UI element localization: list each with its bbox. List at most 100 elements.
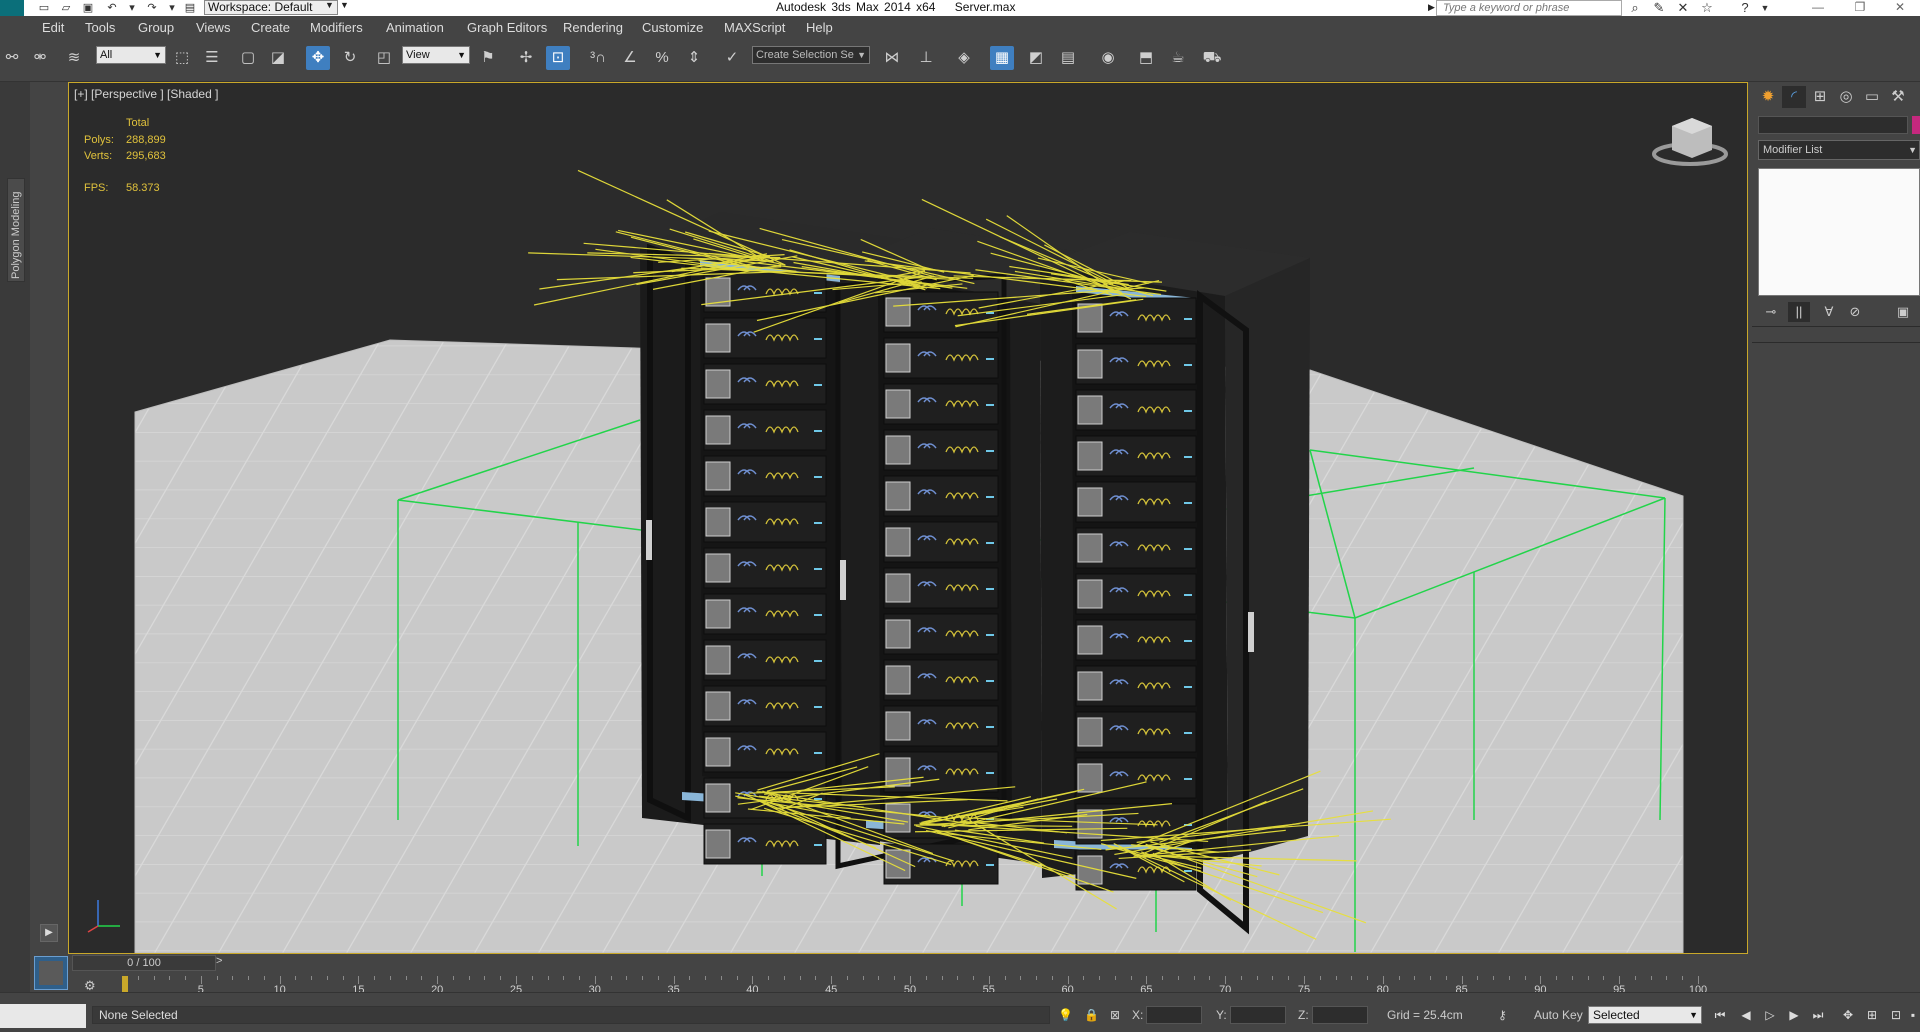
timeline-tick: [232, 976, 234, 980]
timeline-tick: [626, 976, 628, 980]
go-to-end-icon[interactable]: ⏭: [1808, 1006, 1828, 1024]
timeline-tick: [1051, 976, 1053, 980]
configure-modifier-sets-icon[interactable]: ▣: [1892, 302, 1914, 322]
time-slider[interactable]: 0 / 100: [72, 955, 216, 971]
lock-selection-icon[interactable]: 🔒: [1084, 1008, 1099, 1022]
mini-curve-editor-icon[interactable]: [34, 956, 68, 990]
viewport-label[interactable]: [+] [Perspective ] [Shaded ]: [74, 87, 218, 101]
y-coordinate-field[interactable]: [1230, 1006, 1286, 1024]
y-label: Y:: [1216, 1008, 1227, 1022]
server-unit: [883, 383, 999, 425]
timeline-tick: [1240, 976, 1242, 980]
modifier-stack[interactable]: [1758, 168, 1920, 296]
timeline-tick: [1571, 976, 1573, 980]
panel-divider: [1752, 342, 1920, 343]
timeline-tick: [957, 976, 959, 980]
motion-tab-icon[interactable]: ◎: [1834, 86, 1858, 108]
timeline-tick: [1414, 976, 1416, 980]
axis-tripod-icon: [87, 900, 120, 933]
chevron-down-icon: ▼: [1908, 145, 1917, 155]
timeline-tick: [547, 976, 549, 980]
display-tab-icon[interactable]: ▭: [1860, 86, 1884, 108]
timeline-tick: [1603, 976, 1605, 980]
previous-frame-icon[interactable]: ◀: [1736, 1006, 1756, 1024]
timeline-tick: [988, 976, 990, 984]
timeline-tick: [1619, 976, 1621, 984]
object-color-swatch[interactable]: [1912, 116, 1920, 134]
zoom-icon[interactable]: ✥: [1838, 1006, 1858, 1024]
timeline-tick: [1304, 976, 1305, 984]
timeline-tick: [1430, 976, 1432, 980]
grid-size: Grid = 25.4cm: [1387, 1008, 1463, 1022]
timeline-tick: [1020, 976, 1022, 980]
time-slider-next-icon[interactable]: >: [216, 955, 222, 967]
timeline-tick: [1461, 976, 1463, 984]
polys-value: 288,899: [126, 134, 166, 146]
timeline-tick: [1272, 976, 1274, 980]
timeline-tick: [1682, 976, 1684, 980]
server-unit: [1075, 389, 1197, 431]
absolute-relative-icon[interactable]: ⊠: [1110, 1008, 1120, 1022]
server-unit: [703, 639, 827, 681]
panel-divider: [1752, 326, 1920, 327]
play-icon[interactable]: ▷: [1760, 1006, 1780, 1024]
timeline-tick: [752, 976, 754, 984]
server-unit: [703, 501, 827, 543]
server-unit: [703, 363, 827, 405]
x-coordinate-field[interactable]: [1146, 1006, 1202, 1024]
timeline-tick: [862, 976, 864, 980]
verts-value: 295,683: [126, 150, 166, 162]
utilities-tab-icon[interactable]: ⚒: [1886, 86, 1910, 108]
timeline-tick: [1634, 976, 1636, 980]
maximize-viewport-icon[interactable]: ▪: [1906, 1006, 1920, 1024]
timeline-tick: [878, 976, 880, 980]
show-end-result-icon[interactable]: ||: [1788, 302, 1810, 322]
timeline-tick: [673, 976, 675, 984]
timeline-tick: [973, 976, 975, 980]
object-name-field[interactable]: [1758, 116, 1908, 134]
selection-status: None Selected: [92, 1006, 1050, 1024]
timeline-tick: [1130, 976, 1132, 980]
z-coordinate-field[interactable]: [1312, 1006, 1368, 1024]
timeline-tick: [326, 976, 328, 980]
isolate-selection-icon[interactable]: 💡: [1058, 1008, 1073, 1022]
timeline-tick: [1004, 976, 1006, 980]
create-tab-icon[interactable]: ✹: [1756, 86, 1780, 108]
hierarchy-tab-icon[interactable]: ⊞: [1808, 86, 1832, 108]
maxscript-mini-listener[interactable]: [0, 1004, 86, 1028]
timeline-tick: [1036, 976, 1038, 980]
remove-modifier-icon[interactable]: ⊘: [1844, 302, 1866, 322]
pin-stack-icon[interactable]: ⊸: [1760, 302, 1782, 322]
timeline-tick: [1524, 976, 1526, 980]
auto-key-button[interactable]: Auto Key: [1534, 1008, 1583, 1022]
modifier-list-label: Modifier List: [1763, 144, 1823, 156]
modifier-list-dropdown[interactable]: Modifier List ▼: [1758, 140, 1920, 160]
set-key-icon[interactable]: ⚷: [1498, 1008, 1507, 1022]
maxscript-listener-icon[interactable]: ▶: [40, 924, 58, 942]
modify-tab-icon[interactable]: ◜: [1782, 86, 1806, 108]
next-frame-icon[interactable]: ▶: [1784, 1006, 1804, 1024]
timeline-tick: [579, 976, 581, 980]
command-panel: ✹ ◜ ⊞ ◎ ▭ ⚒ Modifier List ▼ ⊸ || ∀ ⊘ ▣: [1748, 82, 1920, 992]
zoom-extents-icon[interactable]: ⊡: [1886, 1006, 1906, 1024]
timeline-tick: [1319, 976, 1321, 980]
timeline-tick: [1256, 976, 1258, 980]
timeline-tick: [374, 976, 376, 980]
timeline-tick: [1114, 976, 1116, 980]
timeline-tick: [1556, 976, 1558, 980]
zoom-all-icon[interactable]: ⊞: [1862, 1006, 1882, 1024]
timeline-tick: [1162, 976, 1164, 980]
key-mode-value: Selected: [1593, 1008, 1640, 1022]
timeline-tick: [295, 976, 297, 980]
go-to-start-icon[interactable]: ⏮: [1710, 1006, 1730, 1024]
timeline-tick: [720, 976, 722, 980]
server-unit: [703, 823, 827, 865]
chevron-down-icon: ▼: [1689, 1010, 1698, 1020]
timeline-tick: [358, 976, 360, 984]
server-unit: [1075, 711, 1197, 753]
make-unique-icon[interactable]: ∀: [1818, 302, 1840, 322]
x-label: X:: [1132, 1008, 1144, 1022]
server-unit: [883, 429, 999, 471]
timeline-tick: [1209, 976, 1211, 980]
key-mode-dropdown[interactable]: Selected ▼: [1588, 1006, 1702, 1024]
